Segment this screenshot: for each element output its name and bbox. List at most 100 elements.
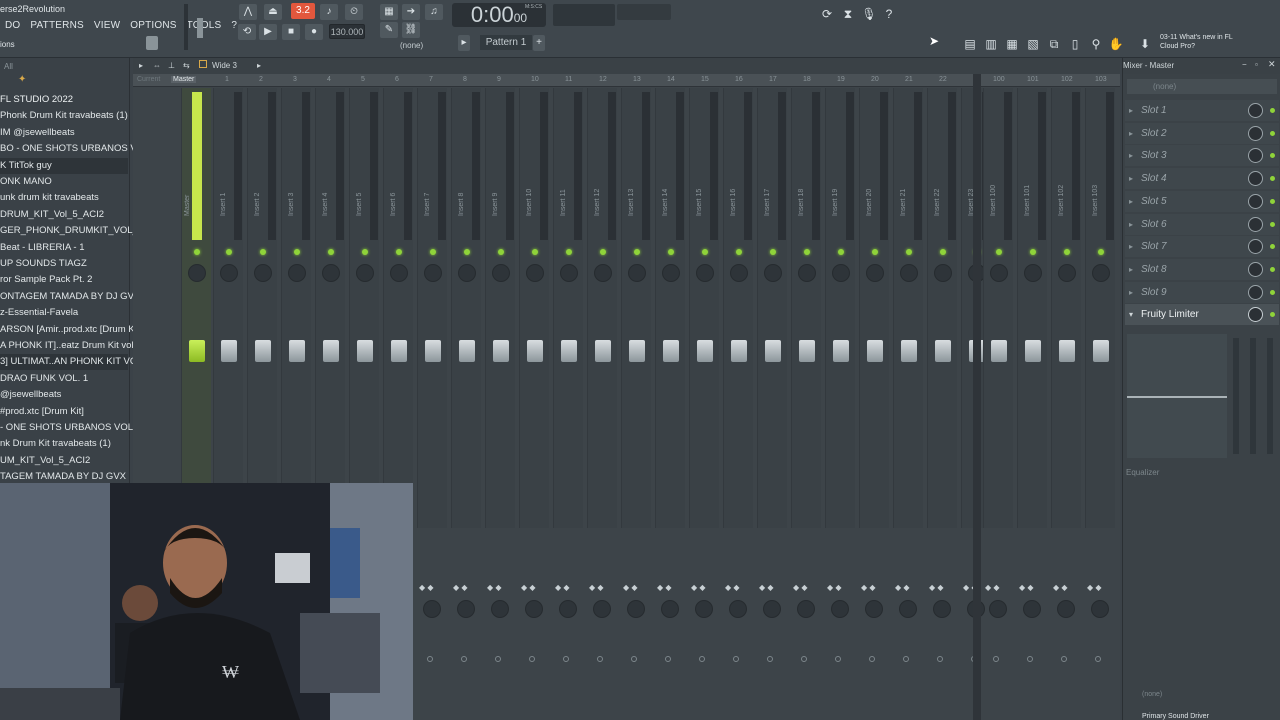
send-dot[interactable] <box>937 656 943 662</box>
browser-star-icon[interactable]: ✦ <box>18 74 26 85</box>
insert-enable-led[interactable] <box>872 249 878 255</box>
insert-track[interactable]: Insert 17 <box>757 88 787 528</box>
browser-view-icon[interactable]: ▯ <box>1067 36 1083 52</box>
slot-mix-knob[interactable] <box>1248 125 1263 141</box>
route-arrows-icon[interactable]: ◆ ◆ <box>985 583 1000 592</box>
effect-slot[interactable]: ▸ Slot 4 <box>1125 168 1279 190</box>
stereo-knob[interactable] <box>593 600 611 618</box>
insert-track[interactable]: Insert 16 <box>723 88 753 528</box>
master-pitch-slider[interactable] <box>197 18 203 38</box>
plugin-picker-icon[interactable]: ⚲ <box>1088 36 1104 52</box>
menu-item-view[interactable]: VIEW <box>89 18 125 33</box>
output-select[interactable]: (none) <box>1142 691 1162 698</box>
browser-item[interactable]: FL STUDIO 2022 <box>0 92 128 108</box>
effect-slot[interactable]: ▸ Slot 6 <box>1125 213 1279 235</box>
insert-enable-led[interactable] <box>260 249 266 255</box>
news-panel[interactable]: 03-11 What's new in FL Cloud Pro? <box>1160 33 1233 51</box>
insert-enable-led[interactable] <box>362 249 368 255</box>
browser-item[interactable]: DRUM_KIT_Vol_5_ACI2 <box>0 207 128 223</box>
mixer-view-mode[interactable]: Wide 3 <box>212 61 237 70</box>
send-dot[interactable] <box>1095 656 1101 662</box>
slot-enable-led[interactable] <box>1270 176 1275 182</box>
volume-fader[interactable] <box>991 340 1007 362</box>
slot-arrow-icon[interactable]: ▸ <box>1129 282 1133 303</box>
pan-knob[interactable] <box>934 264 952 282</box>
pan-knob[interactable] <box>1024 264 1042 282</box>
insert-track[interactable]: Insert 4 <box>315 88 345 528</box>
mixer-view-icon[interactable]: ▥ <box>983 36 999 52</box>
effect-slot[interactable]: ▸ Slot 9 <box>1125 281 1279 303</box>
send-dot[interactable] <box>563 656 569 662</box>
volume-fader[interactable] <box>357 340 373 362</box>
insert-enable-led[interactable] <box>940 249 946 255</box>
insert-enable-led[interactable] <box>396 249 402 255</box>
insert-enable-led[interactable] <box>996 249 1002 255</box>
route-arrows-icon[interactable]: ◆ ◆ <box>521 583 536 592</box>
stereo-knob[interactable] <box>559 600 577 618</box>
pan-knob[interactable] <box>526 264 544 282</box>
browser-item[interactable]: Phonk Drum Kit travabeats (1) <box>0 108 128 124</box>
route-arrows-icon[interactable]: ◆ ◆ <box>657 583 672 592</box>
plugin-expand-icon[interactable]: ▾ <box>1129 304 1133 325</box>
stereo-knob[interactable] <box>763 600 781 618</box>
route-arrows-icon[interactable]: ◆ ◆ <box>929 583 944 592</box>
route-arrows-icon[interactable]: ◆ ◆ <box>895 583 910 592</box>
route-arrows-icon[interactable]: ◆ ◆ <box>453 583 468 592</box>
insert-enable-led[interactable] <box>770 249 776 255</box>
mixer-folder-icon[interactable] <box>199 60 207 68</box>
send-dot[interactable] <box>767 656 773 662</box>
pan-knob[interactable] <box>188 264 206 282</box>
master-track[interactable]: Master <box>181 88 211 528</box>
send-dot[interactable] <box>699 656 705 662</box>
stereo-knob[interactable] <box>831 600 849 618</box>
volume-fader[interactable] <box>1093 340 1109 362</box>
browser-item[interactable]: K TitTok guy <box>0 157 128 174</box>
master-volume-slider[interactable] <box>184 4 188 50</box>
browser-item[interactable]: nk Drum Kit travabeats (1) <box>0 436 128 452</box>
insert-enable-led[interactable] <box>464 249 470 255</box>
stereo-knob[interactable] <box>457 600 475 618</box>
slot-mix-knob[interactable] <box>1248 171 1263 187</box>
volume-fader[interactable] <box>663 340 679 362</box>
slot-arrow-icon[interactable]: ▸ <box>1129 191 1133 212</box>
insert-track[interactable]: Insert 5 <box>349 88 379 528</box>
menu-item-file[interactable]: DO <box>0 18 25 33</box>
insert-enable-led[interactable] <box>328 249 334 255</box>
maximize-icon[interactable]: ▫ <box>1255 60 1258 69</box>
volume-fader[interactable] <box>323 340 339 362</box>
pan-knob[interactable] <box>220 264 238 282</box>
stereo-knob[interactable] <box>525 600 543 618</box>
stereo-knob[interactable] <box>899 600 917 618</box>
undo-icon[interactable]: ⟳ <box>819 6 835 22</box>
route-arrows-icon[interactable]: ◆ ◆ <box>793 583 808 592</box>
send-dot[interactable] <box>665 656 671 662</box>
piano-roll-view-icon[interactable]: ▦ <box>1004 36 1020 52</box>
insert-track[interactable]: Insert 18 <box>791 88 821 528</box>
slot-arrow-icon[interactable]: ▸ <box>1129 168 1133 189</box>
pan-knob[interactable] <box>390 264 408 282</box>
send-dot[interactable] <box>903 656 909 662</box>
insert-enable-led[interactable] <box>668 249 674 255</box>
send-dot[interactable] <box>869 656 875 662</box>
send-dot[interactable] <box>733 656 739 662</box>
eq-band-slider-2[interactable] <box>1250 338 1256 454</box>
browser-item[interactable]: A PHONK IT]..eatz Drum Kit vol 1 <box>0 338 141 354</box>
volume-fader[interactable] <box>527 340 543 362</box>
send-dot[interactable] <box>801 656 807 662</box>
browser-item[interactable]: ONK MANO <box>0 174 128 190</box>
pan-knob[interactable] <box>764 264 782 282</box>
send-dot[interactable] <box>461 656 467 662</box>
send-dot[interactable] <box>1061 656 1067 662</box>
stereo-knob[interactable] <box>491 600 509 618</box>
browser-item[interactable]: GER_PHONK_DRUMKIT_VOL_3 <box>0 223 143 239</box>
slot-enable-led[interactable] <box>1270 108 1275 113</box>
route-arrows-icon[interactable]: ◆ ◆ <box>1019 583 1034 592</box>
pan-knob[interactable] <box>798 264 816 282</box>
volume-fader[interactable] <box>1059 340 1075 362</box>
render-icon[interactable]: ⧗ <box>840 6 856 22</box>
song-position-display[interactable]: 3.2 <box>291 3 315 19</box>
volume-fader[interactable] <box>799 340 815 362</box>
pan-knob[interactable] <box>594 264 612 282</box>
stop-button[interactable]: ■ <box>282 24 300 40</box>
insert-track[interactable]: Insert 21 <box>893 88 923 528</box>
